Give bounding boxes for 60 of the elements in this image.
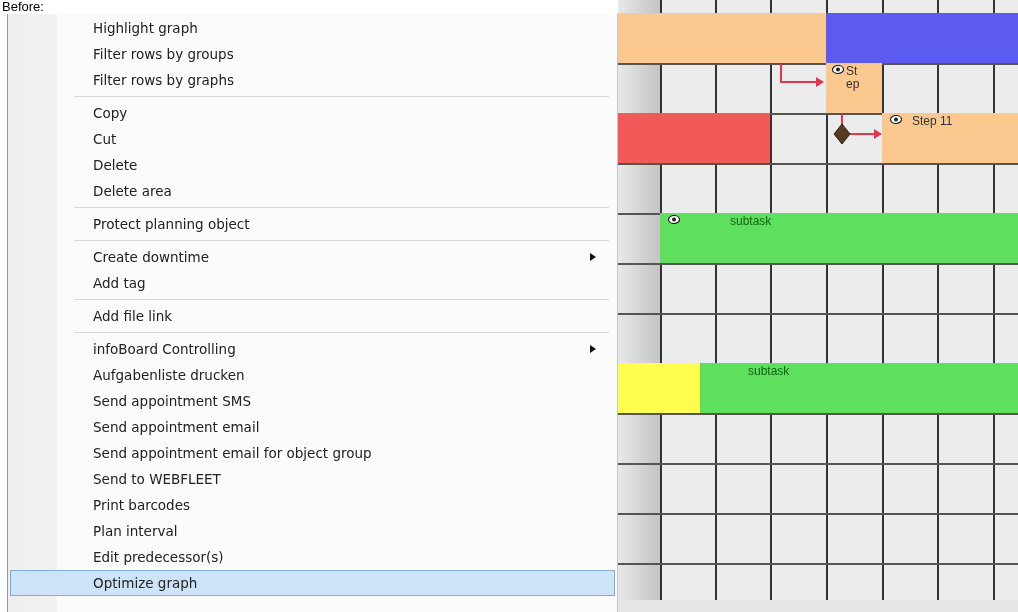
- bar-label: subtask: [730, 215, 772, 228]
- bar-label: subtask: [748, 365, 790, 378]
- menu-item-label: Delete area: [93, 181, 172, 201]
- menu-item[interactable]: Add file link: [10, 303, 615, 329]
- menu-item-label: Plan interval: [93, 521, 178, 541]
- menu-item[interactable]: Edit predecessor(s): [10, 544, 615, 570]
- gantt-bar[interactable]: [826, 13, 1018, 63]
- menu-item-label: Create downtime: [93, 247, 210, 267]
- gantt-bar[interactable]: Step 11: [882, 113, 1018, 163]
- menu-item-label: Send appointment email for object group: [93, 443, 372, 463]
- menu-item[interactable]: Aufgabenliste drucken: [10, 362, 615, 388]
- menu-item-label: Filter rows by graphs: [93, 70, 234, 90]
- submenu-arrow-icon: [590, 253, 596, 261]
- gantt-bar[interactable]: subtask: [660, 213, 1018, 263]
- menu-item[interactable]: Highlight graph: [10, 15, 615, 41]
- gantt-bar[interactable]: [618, 363, 700, 413]
- menu-item-label: Add file link: [93, 306, 173, 326]
- menu-item-label: Send appointment email: [93, 417, 260, 437]
- gantt-bar[interactable]: [618, 13, 826, 63]
- menu-item-label: Highlight graph: [93, 18, 198, 38]
- menu-item-label: infoBoard Controlling: [93, 339, 236, 359]
- menu-item-label: Add tag: [93, 273, 146, 293]
- menu-item[interactable]: Create downtime: [10, 244, 615, 270]
- menu-item-label: Delete: [93, 155, 138, 175]
- menu-item-label: Optimize graph: [93, 573, 198, 593]
- menu-item-label: Cut: [93, 129, 117, 149]
- menu-item[interactable]: Optimize graph: [10, 570, 615, 596]
- eye-icon: [832, 65, 844, 74]
- menu-item[interactable]: Plan interval: [10, 518, 615, 544]
- menu-item[interactable]: Send appointment email for object group: [10, 440, 615, 466]
- bar-label: Step 11: [912, 115, 953, 128]
- gantt-bar[interactable]: subtask: [700, 363, 1018, 413]
- menu-item-label: Filter rows by groups: [93, 44, 234, 64]
- menu-item[interactable]: Filter rows by graphs: [10, 67, 615, 93]
- menu-item[interactable]: Add tag: [10, 270, 615, 296]
- menu-item[interactable]: Send to WEBFLEET: [10, 466, 615, 492]
- menu-item-label: Protect planning object: [93, 214, 250, 234]
- gantt-bar[interactable]: Step: [826, 63, 882, 113]
- menu-item[interactable]: Protect planning object: [10, 211, 615, 237]
- menu-item[interactable]: infoBoard Controlling: [10, 336, 615, 362]
- menu-item-label: Copy: [93, 103, 128, 123]
- gantt-bar[interactable]: [618, 113, 770, 163]
- menu-item[interactable]: Cut: [10, 126, 615, 152]
- menu-item-label: Print barcodes: [93, 495, 191, 515]
- menu-item-label: Edit predecessor(s): [93, 547, 224, 567]
- menu-item[interactable]: Print barcodes: [10, 492, 615, 518]
- bar-label: Step: [846, 65, 861, 91]
- menu-item[interactable]: Copy: [10, 100, 615, 126]
- eye-icon: [668, 215, 680, 224]
- menu-item-label: Send to WEBFLEET: [93, 469, 221, 489]
- menu-item[interactable]: Send appointment email: [10, 414, 615, 440]
- menu-item[interactable]: Send appointment SMS: [10, 388, 615, 414]
- menu-item-label: Aufgabenliste drucken: [93, 365, 245, 385]
- menu-item[interactable]: Filter rows by groups: [10, 41, 615, 67]
- menu-item-label: Send appointment SMS: [93, 391, 251, 411]
- menu-item[interactable]: Delete: [10, 152, 615, 178]
- menu-item[interactable]: Delete area: [10, 178, 615, 204]
- submenu-arrow-icon: [590, 345, 596, 353]
- caption: Before:: [1, 0, 45, 14]
- eye-icon: [890, 115, 902, 124]
